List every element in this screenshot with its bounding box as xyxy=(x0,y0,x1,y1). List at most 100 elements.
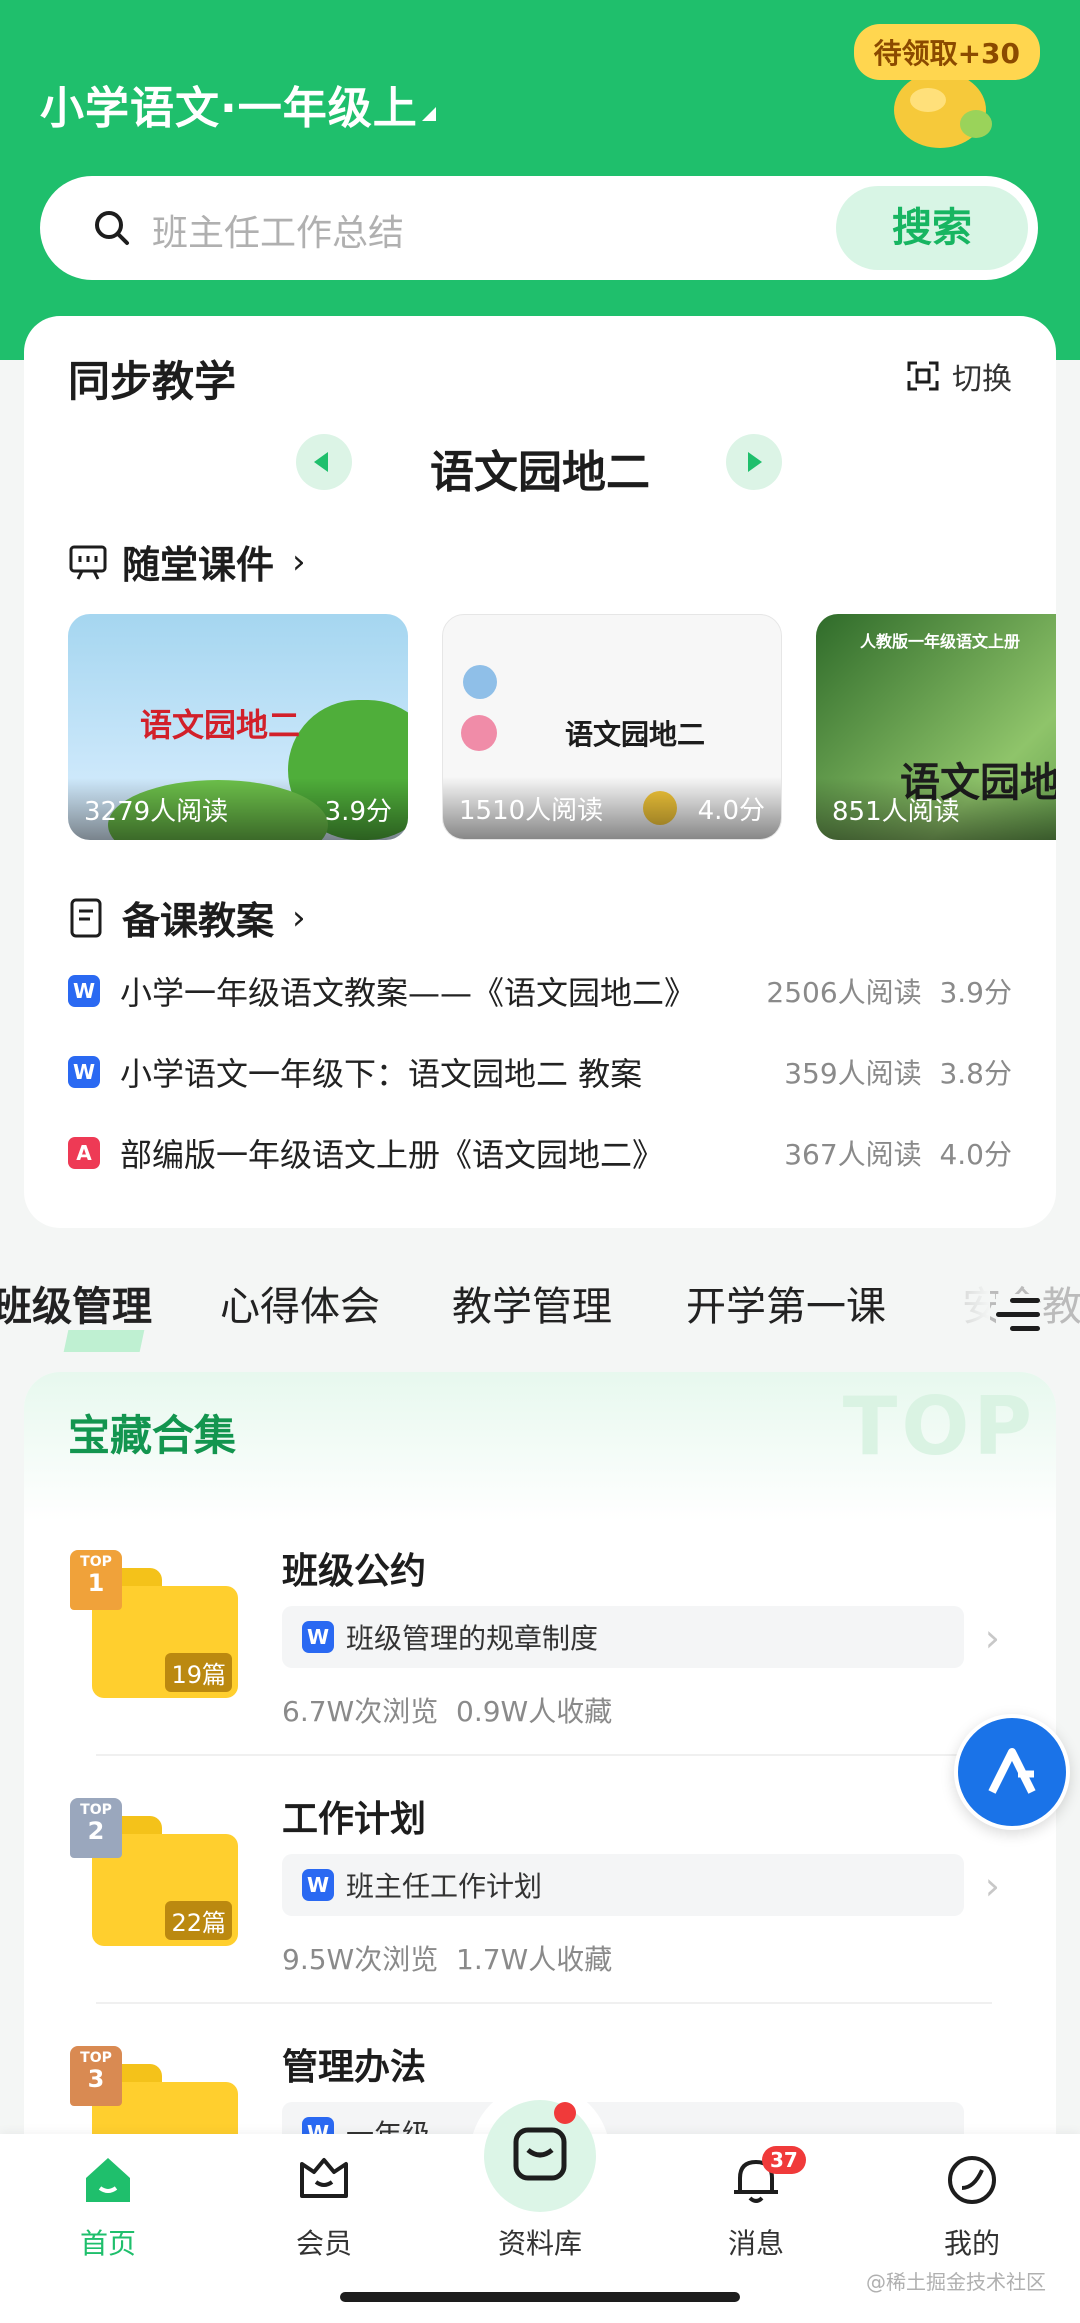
word-doc-icon: W xyxy=(68,1055,100,1088)
pdf-doc-icon: A xyxy=(68,1136,100,1169)
lesson-plan-list: W 小学一年级语文教案——《语文园地二》 2506人阅读 3.9分 W 小学语文… xyxy=(68,950,1012,1193)
tab-label: 我的 xyxy=(943,2227,1000,2260)
tab-class-management[interactable]: 班级管理 xyxy=(0,1274,152,1332)
search-button[interactable]: 搜索 xyxy=(836,186,1028,270)
tab-label: 消息 xyxy=(727,2227,784,2260)
unit-name: 语文园地二 xyxy=(430,447,650,498)
collection-count: 19篇 xyxy=(165,1653,232,1692)
library-icon xyxy=(513,2127,567,2181)
lesson-plan-item[interactable]: W 小学语文一年级下：语文园地二 教案 359人阅读 3.8分 xyxy=(68,1031,1012,1112)
category-tabs: 班级管理 心得体会 教学管理 开学第一课 安全教育 xyxy=(0,1262,1080,1362)
next-unit-icon[interactable] xyxy=(726,434,782,490)
rank-badge: TOP 2 xyxy=(70,1798,122,1858)
collection-count: 22篇 xyxy=(165,1901,232,1940)
lesson-plan-meta: 2506人阅读 3.9分 xyxy=(766,975,1012,1009)
rank-badge: TOP 3 xyxy=(70,2046,122,2106)
profile-icon xyxy=(948,2156,996,2204)
tab-reflections[interactable]: 心得体会 xyxy=(220,1274,380,1332)
courseware-icon xyxy=(69,545,107,580)
lesson-plans-header[interactable]: 备课教案 › xyxy=(68,890,306,945)
word-doc-icon: W xyxy=(302,1621,334,1653)
lesson-plan-title: 小学语文一年级下：语文园地二 教案 xyxy=(120,1054,643,1093)
tab-profile[interactable]: 我的 xyxy=(902,2152,1042,2262)
grade-selector[interactable]: 小学语文·一年级上 xyxy=(40,72,436,136)
rank-badge: TOP 1 xyxy=(70,1550,122,1610)
ai-assistant-icon xyxy=(988,1748,1036,1794)
word-doc-icon: W xyxy=(68,974,100,1007)
grade-title: 小学语文·一年级上 xyxy=(40,83,418,134)
collection-stats: 9.5W次浏览 1.7W人收藏 xyxy=(282,1943,613,1976)
courseware-card[interactable]: 人教版一年级语文上册 语文园地 851人阅读 xyxy=(816,614,1056,840)
lesson-plan-meta: 359人阅读 3.8分 xyxy=(784,1056,1012,1090)
collection-stats: 6.7W次浏览 0.9W人收藏 xyxy=(282,1695,613,1728)
sync-teaching-card: 同步教学 切换 语文园地二 随堂课件 › 语文园地二 3279人阅读 3.9分 … xyxy=(24,316,1056,1228)
header-bar: 小学语文·一年级上 待领取+30 班主任工作总结 搜索 xyxy=(0,0,1080,360)
courseware-header[interactable]: 随堂课件 › xyxy=(68,534,306,589)
thumb-footer: 1510人阅读 4.0分 xyxy=(443,777,781,839)
unit-navigator: 语文园地二 xyxy=(24,422,1056,498)
chevron-right-icon[interactable]: › xyxy=(985,1864,1000,1908)
collection-doc-title: 班主任工作计划 xyxy=(346,1870,543,1903)
dropdown-triangle-icon xyxy=(421,107,436,121)
collection-doc[interactable]: W 班主任工作计划 xyxy=(282,1854,964,1916)
switch-label: 切换 xyxy=(952,362,1012,397)
switch-icon xyxy=(907,361,939,391)
library-center-button[interactable] xyxy=(484,2100,596,2212)
lesson-plans-title: 备课教案 xyxy=(122,899,275,943)
tab-label: 会员 xyxy=(295,2227,352,2260)
tab-teaching-management[interactable]: 教学管理 xyxy=(452,1274,612,1332)
thumb-reads: 3279人阅读 xyxy=(84,796,229,827)
collection-doc-title: 班级管理的规章制度 xyxy=(346,1622,599,1655)
search-bar[interactable]: 班主任工作总结 搜索 xyxy=(40,176,1038,280)
thumb-art-text: 语文园地二 xyxy=(140,706,301,744)
menu-icon[interactable] xyxy=(996,1294,1040,1334)
chevron-right-icon[interactable]: › xyxy=(985,1616,1000,1660)
lesson-plan-meta: 367人阅读 4.0分 xyxy=(784,1137,1012,1171)
active-tab-indicator xyxy=(63,1330,145,1352)
tab-membership[interactable]: 会员 xyxy=(254,2152,394,2262)
courseware-card[interactable]: 语文园地二 3279人阅读 3.9分 xyxy=(68,614,408,840)
search-input[interactable]: 班主任工作总结 xyxy=(152,204,404,256)
tab-home[interactable]: 首页 xyxy=(38,2152,178,2262)
thumb-reads: 851人阅读 xyxy=(832,796,960,827)
thumb-art-text: 语文园地二 xyxy=(565,718,706,751)
tab-label: 首页 xyxy=(79,2227,136,2260)
thumb-art-top: 人教版一年级语文上册 xyxy=(860,632,1021,651)
lesson-plan-item[interactable]: W 小学一年级语文教案——《语文园地二》 2506人阅读 3.9分 xyxy=(68,950,1012,1031)
message-count-badge: 37 xyxy=(762,2146,806,2174)
tab-messages[interactable]: 消息 xyxy=(686,2152,826,2262)
tab-first-lesson[interactable]: 开学第一课 xyxy=(686,1274,886,1332)
thumb-reads: 1510人阅读 xyxy=(459,795,604,826)
thumb-score: 4.0分 xyxy=(697,795,765,826)
courseware-title: 随堂课件 xyxy=(122,543,275,587)
collection-doc[interactable]: W 班级管理的规章制度 xyxy=(282,1606,964,1668)
collection-name: 管理办法 xyxy=(282,2047,427,2088)
home-indicator[interactable] xyxy=(340,2292,740,2302)
watermark: @稀土掘金技术社区 xyxy=(866,2270,1046,2294)
document-icon xyxy=(70,898,102,937)
home-icon xyxy=(86,2158,130,2202)
thumb-footer: 851人阅读 xyxy=(816,778,1056,840)
courseware-card[interactable]: 语文园地二 1510人阅读 4.0分 xyxy=(442,614,782,840)
notification-dot xyxy=(554,2102,576,2124)
thumb-footer: 3279人阅读 3.9分 xyxy=(68,778,408,840)
chevron-right-icon: › xyxy=(292,897,306,938)
tab-label: 资料库 xyxy=(497,2227,582,2260)
lesson-plan-item[interactable]: A 部编版一年级语文上册《语文园地二》 367人阅读 4.0分 xyxy=(68,1112,1012,1193)
treasure-collection-card: TOP 宝藏合集 19篇 TOP 1 班级公约 W 班级管理的规章制度 6.7W… xyxy=(24,1372,1056,2172)
reward-badge[interactable]: 待领取+30 xyxy=(853,24,1040,80)
ai-assistant-button[interactable] xyxy=(954,1714,1070,1830)
collection-name: 班级公约 xyxy=(282,1551,427,1592)
chevron-right-icon: › xyxy=(292,541,306,582)
collection-name: 工作计划 xyxy=(282,1799,427,1840)
collection-item[interactable]: 19篇 TOP 1 班级公约 W 班级管理的规章制度 6.7W次浏览 0.9W人… xyxy=(24,1508,1056,1756)
thumb-score: 3.9分 xyxy=(324,796,392,827)
lesson-plan-title: 小学一年级语文教案——《语文园地二》 xyxy=(120,973,697,1012)
courseware-carousel[interactable]: 语文园地二 3279人阅读 3.9分 语文园地二 1510人阅读 4.0分 人教… xyxy=(68,614,1056,844)
search-icon xyxy=(95,211,129,245)
switch-button[interactable]: 切换 xyxy=(906,354,1012,398)
collection-item[interactable]: 22篇 TOP 2 工作计划 W 班主任工作计划 9.5W次浏览 1.7W人收藏… xyxy=(24,1756,1056,2004)
top-watermark-text: TOP xyxy=(842,1380,1036,1473)
vip-icon xyxy=(300,2158,348,2198)
word-doc-icon: W xyxy=(302,1869,334,1901)
